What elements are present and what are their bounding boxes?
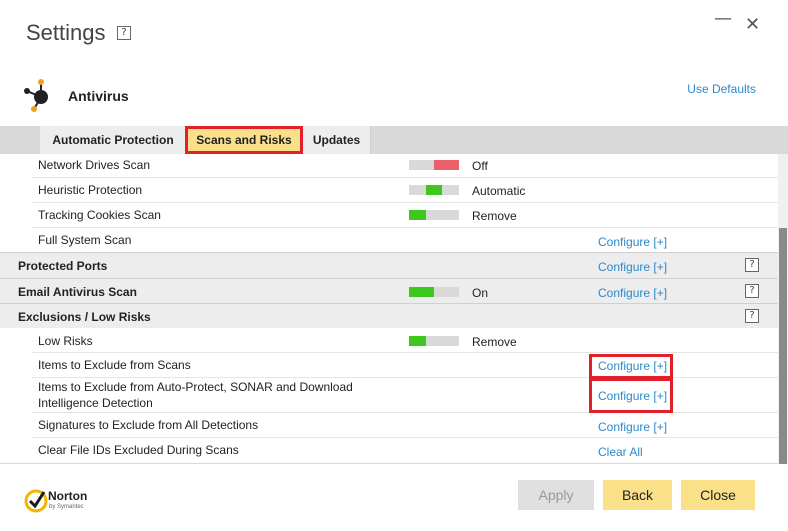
network-drives-toggle[interactable] <box>409 160 459 170</box>
toggle-segment-on <box>409 287 434 297</box>
antivirus-icon <box>24 79 48 112</box>
toggle-segment-on <box>409 336 426 346</box>
low-risks-toggle[interactable] <box>409 336 459 346</box>
row-status: On <box>472 286 489 300</box>
toggle-segment <box>434 287 459 297</box>
toggle-segment <box>442 185 459 195</box>
toggle-segment-on <box>409 210 426 220</box>
row-status: Remove <box>472 335 517 349</box>
heuristic-protection-toggle[interactable] <box>409 185 459 195</box>
row-network-drives-scan: Network Drives Scan Off <box>0 154 778 178</box>
scrollbar-thumb[interactable] <box>779 228 787 464</box>
toggle-segment <box>426 210 443 220</box>
clear-all-link[interactable]: Clear All <box>598 445 643 459</box>
toggle-segment <box>442 210 459 220</box>
help-icon[interactable]: ? <box>745 309 759 323</box>
norton-brand: Norton <box>48 489 88 503</box>
row-protected-ports: Protected Ports Configure [+] ? <box>0 252 778 278</box>
tab-bar: Automatic Protection Scans and Risks Upd… <box>0 126 788 154</box>
help-icon[interactable]: ? <box>117 26 131 40</box>
row-label: Clear File IDs Excluded During Scans <box>38 443 239 457</box>
window-title: Settings <box>26 20 106 45</box>
row-heuristic-protection: Heuristic Protection Automatic <box>0 178 778 203</box>
row-tracking-cookies-scan: Tracking Cookies Scan Remove <box>0 203 778 228</box>
row-label: Low Risks <box>38 334 93 348</box>
row-label: Full System Scan <box>38 233 132 247</box>
row-label: Exclusions / Low Risks <box>18 310 151 324</box>
section-title: Antivirus <box>68 88 129 104</box>
toggle-segment <box>426 336 443 346</box>
close-button[interactable]: Close <box>681 480 755 510</box>
toggle-segment <box>409 160 434 170</box>
row-exclusions-low-risks: Exclusions / Low Risks ? <box>0 303 778 328</box>
row-label: Items to Exclude from Auto-Protect, SONA… <box>38 380 353 394</box>
protected-ports-configure-link[interactable]: Configure [+] <box>598 260 667 274</box>
tracking-cookies-toggle[interactable] <box>409 210 459 220</box>
toggle-segment-on <box>425 185 443 195</box>
full-system-scan-configure-link[interactable]: Configure [+] <box>598 235 667 249</box>
row-full-system-scan: Full System Scan Configure [+] <box>0 228 778 252</box>
highlight-box <box>589 378 673 413</box>
help-icon[interactable]: ? <box>745 284 759 298</box>
row-label: Signatures to Exclude from All Detection… <box>38 418 259 432</box>
tab-automatic-protection[interactable]: Automatic Protection <box>40 126 187 154</box>
apply-button[interactable]: Apply <box>518 480 594 510</box>
row-label: Protected Ports <box>18 259 108 273</box>
row-low-risks: Low Risks Remove <box>0 328 778 353</box>
row-label: Tracking Cookies Scan <box>38 208 161 222</box>
toggle-segment <box>442 336 459 346</box>
highlight-box <box>589 354 673 379</box>
tab-updates[interactable]: Updates <box>303 126 371 154</box>
row-clear-file-ids: Clear File IDs Excluded During Scans Cle… <box>0 438 778 463</box>
row-label: Heuristic Protection <box>38 183 143 197</box>
help-icon[interactable]: ? <box>745 258 759 272</box>
row-label: Email Antivirus Scan <box>18 285 137 299</box>
row-signatures-exclude: Signatures to Exclude from All Detection… <box>0 413 778 438</box>
back-button[interactable]: Back <box>603 480 672 510</box>
row-status: Off <box>472 159 488 173</box>
signatures-exclude-configure-link[interactable]: Configure [+] <box>598 420 667 434</box>
row-label: Items to Exclude from Scans <box>38 358 191 372</box>
row-status: Automatic <box>472 184 526 198</box>
close-window-button[interactable]: ✕ <box>745 14 760 35</box>
norton-brand-sub: by Symantec <box>49 504 84 510</box>
email-antivirus-configure-link[interactable]: Configure [+] <box>598 286 667 300</box>
email-antivirus-toggle[interactable] <box>409 287 459 297</box>
toggle-segment-off <box>434 160 459 170</box>
row-status: Remove <box>472 209 517 223</box>
minimize-button[interactable]: — <box>714 8 732 29</box>
row-email-antivirus-scan: Email Antivirus Scan On Configure [+] ? <box>0 278 778 303</box>
use-defaults-link[interactable]: Use Defaults <box>687 82 756 96</box>
toggle-segment <box>409 185 426 195</box>
row-label: Network Drives Scan <box>38 158 151 172</box>
row-label-line2: Intelligence Detection <box>38 396 153 410</box>
tab-scans-and-risks[interactable]: Scans and Risks <box>185 126 303 154</box>
settings-list: Network Drives Scan Off Heuristic Protec… <box>0 154 778 464</box>
